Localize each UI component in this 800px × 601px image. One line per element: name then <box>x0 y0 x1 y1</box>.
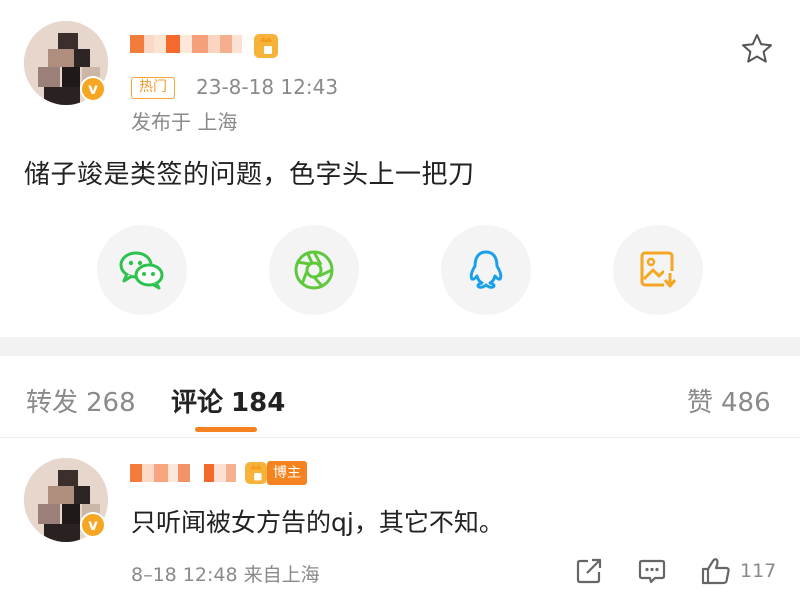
share-wechat-button[interactable] <box>97 225 187 315</box>
author-badge: 博主 <box>267 461 307 485</box>
qq-icon <box>469 250 503 289</box>
tab-comment-count: 184 <box>231 388 286 418</box>
favorite-star-icon[interactable] <box>740 32 774 66</box>
moments-icon <box>294 250 334 290</box>
verified-badge-icon: v <box>80 76 106 102</box>
share-qq-button[interactable] <box>441 225 531 315</box>
wechat-icon <box>119 251 164 290</box>
share-icon[interactable] <box>575 557 603 585</box>
tab-bottom-border <box>0 437 800 438</box>
section-divider <box>0 337 800 356</box>
post-content: 储子竣是类签的问题，色字头上一把刀 <box>24 160 475 190</box>
active-tab-indicator <box>195 427 257 432</box>
tab-repost-count: 268 <box>86 388 136 418</box>
tab-repost-label: 转发 <box>26 388 79 418</box>
comment-meta: 8–18 12:48 来自上海 <box>131 564 320 586</box>
post-timestamp: 23-8-18 12:43 <box>196 75 339 99</box>
comment-text: 只听闻被女方告的qj，其它不知。 <box>131 508 504 537</box>
comment-like-count: 117 <box>740 560 777 582</box>
save-image-icon <box>640 251 677 289</box>
post-author-name[interactable] <box>130 35 242 53</box>
tab-comment[interactable]: 评论 184 <box>171 382 285 419</box>
post-location: 发布于 上海 <box>131 110 238 134</box>
tab-comment-label: 评论 <box>171 388 224 418</box>
hot-tag: 热门 <box>131 77 175 99</box>
like-thumb-icon[interactable] <box>700 557 732 585</box>
tab-repost[interactable]: 转发 268 <box>26 382 136 419</box>
user-level-icon <box>254 34 278 58</box>
tab-like-count: 486 <box>721 388 771 418</box>
tab-like-label: 赞 <box>687 388 714 418</box>
save-image-button[interactable] <box>613 225 703 315</box>
share-moments-button[interactable] <box>269 225 359 315</box>
verified-badge-icon: v <box>80 512 106 538</box>
tab-like[interactable]: 赞 486 <box>687 382 771 419</box>
user-level-icon <box>245 462 267 484</box>
reply-icon[interactable] <box>638 557 666 585</box>
comment-author-name[interactable] <box>130 464 236 482</box>
